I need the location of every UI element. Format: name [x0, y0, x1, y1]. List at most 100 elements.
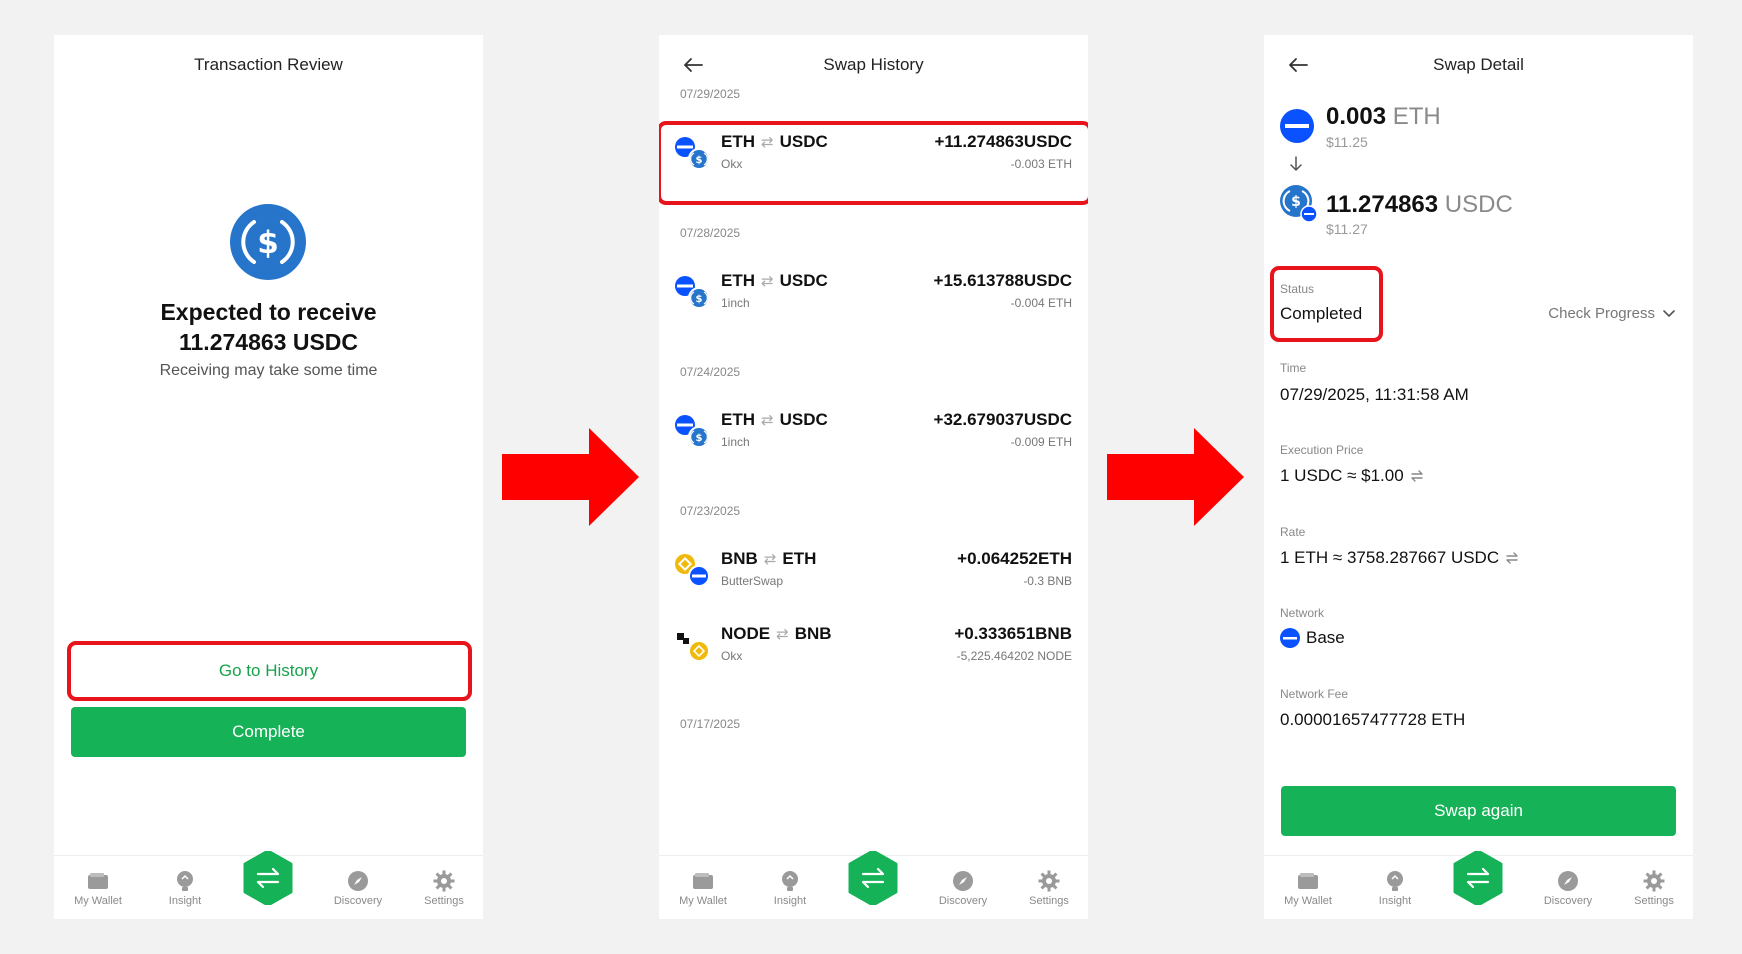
received-value: +11.274863 [934, 132, 1024, 151]
to-token: USDC [779, 410, 828, 429]
nav-item-label: Settings [424, 895, 464, 907]
nav-item-label: Insight [773, 895, 807, 907]
nav-item-my-wallet[interactable]: My Wallet [63, 870, 133, 907]
gear-icon [409, 870, 479, 892]
spent-amount: -0.3 BNB [1023, 574, 1072, 588]
to-token: USDC [779, 132, 828, 151]
nav-item-label: Settings [1029, 895, 1069, 907]
spent-amount: -0.009 ETH [1010, 435, 1072, 449]
nav-item-label: Settings [1634, 895, 1674, 907]
swap-arrows-icon: ⇄ [761, 273, 774, 290]
nav-item-settings[interactable]: Settings [1014, 870, 1084, 907]
swap-icon [1453, 849, 1503, 907]
received-unit: ETH [1038, 549, 1072, 568]
nav-item-settings[interactable]: Settings [1619, 870, 1689, 907]
nav-item-discovery[interactable]: Discovery [323, 870, 393, 907]
swap-arrows-icon: ⇄ [761, 412, 774, 429]
nav-swap-button[interactable] [1453, 849, 1503, 907]
swap-arrows-icon: ⇄ [763, 551, 777, 568]
wallet-icon [668, 870, 738, 892]
complete-button[interactable]: Complete [71, 707, 466, 757]
swap-pair: NODE ⇄ BNB [721, 624, 832, 644]
lightbulb-icon [755, 870, 825, 892]
nav-item-my-wallet[interactable]: My Wallet [1273, 870, 1343, 907]
network: Base [1280, 628, 1345, 648]
nav-item-insight[interactable]: Insight [150, 870, 220, 907]
rate-label: Rate [1280, 525, 1306, 539]
to-amount-unit: USDC [1444, 191, 1513, 218]
bottom-nav: My Wallet Insight Discovery Settings [1264, 849, 1693, 919]
status-label: Status [1280, 282, 1315, 296]
from-amount: 0.003 ETH [1326, 103, 1441, 131]
eth-usdc-pair-icon: $ [675, 274, 711, 310]
swap-arrows-icon: ⇄ [776, 626, 789, 643]
from-token: ETH [721, 410, 755, 429]
swap-pair: ETH ⇄ USDC [721, 271, 828, 291]
received-amount: +32.679037USDC [934, 410, 1072, 430]
nav-item-my-wallet[interactable]: My Wallet [668, 870, 738, 907]
nav-item-insight[interactable]: Insight [755, 870, 825, 907]
swap-arrows-icon[interactable] [1410, 470, 1424, 482]
from-token: BNB [721, 549, 758, 568]
received-amount: +0.333651BNB [954, 624, 1072, 644]
usdc-icon: $ [230, 204, 306, 280]
compass-icon [323, 870, 393, 892]
swap-history-row[interactable]: BNB ⇄ ETH ButterSwap +0.064252ETH -0.3 BNB [659, 549, 1088, 609]
swap-history-row[interactable]: $ ETH ⇄ USDC 1inch +32.679037USDC -0.009 ETH [659, 410, 1088, 470]
nav-swap-button[interactable] [848, 849, 898, 907]
swap-icon [848, 849, 898, 907]
rate-value: 1 ETH ≈ 3758.287667 USDC [1280, 548, 1500, 567]
swap-source: 1inch [721, 296, 750, 310]
history-date: 07/17/2025 [680, 717, 741, 731]
nav-item-insight[interactable]: Insight [1360, 870, 1430, 907]
swap-arrows-icon[interactable] [1505, 552, 1519, 564]
swap-source: ButterSwap [721, 574, 784, 588]
swap-pair: BNB ⇄ ETH [721, 549, 816, 569]
to-token: USDC [779, 271, 828, 290]
history-date: 07/24/2025 [680, 365, 741, 379]
arrow-down-icon [1290, 156, 1302, 171]
nav-item-label: Insight [168, 895, 202, 907]
lightbulb-icon [150, 870, 220, 892]
nav-item-label: Discovery [1543, 895, 1593, 907]
swap-again-button[interactable]: Swap again [1281, 786, 1676, 836]
from-amount-value: 0.003 [1326, 103, 1387, 130]
expected-value: 11.274863 USDC [178, 329, 358, 355]
nav-item-label: My Wallet [679, 895, 727, 907]
history-date: 07/29/2025 [680, 87, 741, 101]
go-to-history-button[interactable]: Go to History [71, 646, 466, 696]
to-amount: 11.274863 USDC [1326, 191, 1513, 219]
nav-item-settings[interactable]: Settings [409, 870, 479, 907]
swap-history-row[interactable]: $ ETH ⇄ USDC Okx +11.274863USDC -0.003 ETH [659, 132, 1088, 192]
received-value: +0.333651 [954, 624, 1036, 643]
to-token: BNB [794, 624, 832, 643]
wallet-icon [63, 870, 133, 892]
time-label: Time [1280, 361, 1307, 375]
received-amount: +11.274863USDC [934, 132, 1072, 152]
gear-icon [1619, 870, 1689, 892]
to-usd: $11.27 [1326, 221, 1368, 237]
eth-usdc-pair-icon: $ [675, 135, 711, 171]
network-value: Base [1306, 628, 1345, 647]
swap-detail-screen: Swap Detail 0.003 ETH $11.25 $ 11.274863… [1264, 35, 1693, 919]
expected-amount: Expected to receive 11.274863 USDC [54, 297, 483, 357]
nav-item-discovery[interactable]: Discovery [928, 870, 998, 907]
swap-source: Okx [721, 157, 743, 171]
check-progress-button[interactable]: Check Progress [1548, 305, 1675, 322]
swap-history-row[interactable]: NODE ⇄ BNB Okx +0.333651BNB -5,225.464202 NOD… [659, 624, 1088, 684]
received-unit: USDC [1023, 132, 1072, 151]
node-bnb-pair-icon [675, 627, 711, 663]
swap-history-row[interactable]: $ ETH ⇄ USDC 1inch +15.613788USDC -0.004 ETH [659, 271, 1088, 331]
received-amount: +15.613788USDC [934, 271, 1072, 291]
nav-swap-button[interactable] [243, 849, 293, 907]
gear-icon [1014, 870, 1084, 892]
swap-source: Okx [721, 649, 743, 663]
flow-arrow-icon [502, 428, 639, 526]
compass-icon [928, 870, 998, 892]
page-title: Swap History [823, 55, 924, 74]
nav-item-discovery[interactable]: Discovery [1533, 870, 1603, 907]
network-fee-label: Network Fee [1280, 687, 1349, 701]
execution-price: 1 USDC ≈ $1.00 [1280, 466, 1424, 486]
received-value: +15.613788 [933, 271, 1024, 290]
network-label: Network [1280, 606, 1325, 620]
